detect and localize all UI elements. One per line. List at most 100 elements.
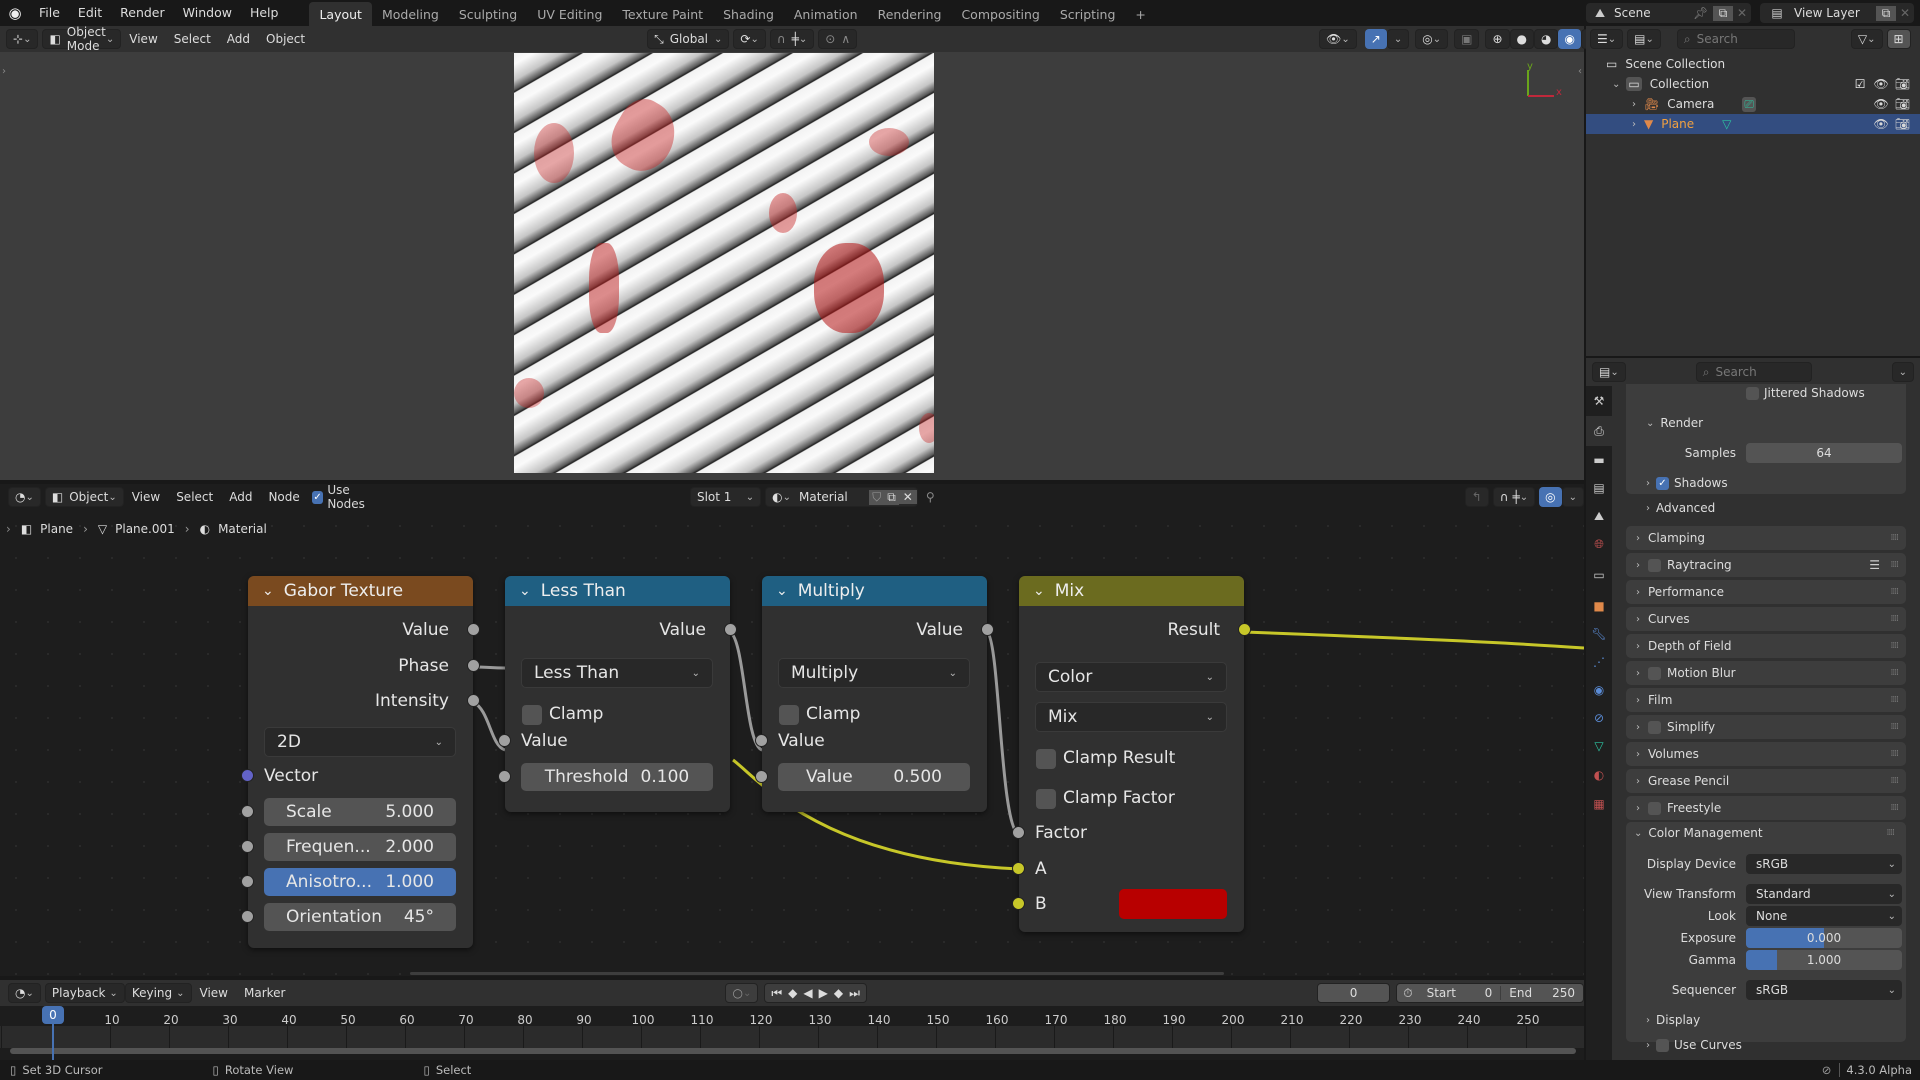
socket-value-output[interactable] [724, 623, 737, 636]
expand-chevron-icon[interactable]: › [1632, 119, 1636, 130]
drag-handle-icon[interactable]: ⁞⁞⁞⁞ [1891, 776, 1900, 786]
expand-chevron-icon[interactable]: › [1632, 99, 1636, 110]
panel-freestyle[interactable]: › Freestyle ⁞⁞⁞⁞ [1626, 796, 1906, 820]
mesh-data-icon[interactable]: ▽ [1722, 117, 1731, 131]
timeline-editor-type[interactable]: ◔ ⌄ [8, 983, 41, 1003]
display-device-dropdown[interactable]: sRGB ⌄ [1746, 854, 1902, 874]
jittered-shadows-checkbox[interactable]: Jittered Shadows [1746, 386, 1865, 400]
texture-tab-icon[interactable]: ▦ [1586, 790, 1612, 818]
gamma-slider[interactable]: 1.000 [1746, 950, 1902, 970]
drag-handle-icon[interactable]: ⁞⁞⁞⁞ [1891, 803, 1900, 813]
value-field[interactable]: Value 0.500 [778, 763, 970, 791]
timeline-scrollbar[interactable] [10, 1048, 1576, 1054]
outliner-editor-type[interactable]: ☰ ⌄ [1590, 29, 1624, 49]
view-layer-name[interactable]: View Layer [1794, 6, 1876, 20]
exposure-slider[interactable]: 0.000 [1746, 928, 1902, 948]
collapse-chevron-icon[interactable]: ⌄ [776, 583, 788, 599]
outliner-collection[interactable]: ⌄ ▭ Collection ☑ 👁︎ 📷︎ [1586, 74, 1920, 94]
data-tab-icon[interactable]: ▽ [1586, 732, 1612, 760]
panel-checkbox[interactable] [1648, 720, 1661, 734]
drag-handle-icon[interactable]: ⁞⁞⁞⁞ [1891, 695, 1900, 705]
outliner-scene-collection[interactable]: ▭ Scene Collection [1586, 54, 1920, 74]
playback-dropdown[interactable]: Playback ⌄ [44, 983, 125, 1003]
jump-start-icon[interactable]: ⏮ [771, 986, 782, 1001]
collapse-chevron-icon[interactable]: ⌄ [1033, 583, 1045, 599]
view-layer-tab-icon[interactable]: ▤ [1586, 474, 1612, 502]
socket-value-input[interactable] [498, 734, 511, 747]
next-keyframe-icon[interactable]: ◆ [834, 986, 843, 1000]
output-tab-icon[interactable]: ▬ [1586, 446, 1612, 474]
physics-tab-icon[interactable]: ◉ [1586, 676, 1612, 704]
socket-a-input[interactable] [1012, 862, 1025, 875]
eye-icon[interactable]: 👁︎ [1874, 117, 1889, 131]
timeline-menu-marker[interactable]: Marker [236, 986, 293, 1000]
panel-performance[interactable]: › Performance ⁞⁞⁞⁞ [1626, 580, 1906, 604]
node-editor-scrollbar[interactable] [410, 972, 1224, 975]
playhead-line[interactable] [52, 1024, 54, 1060]
operation-dropdown[interactable]: Multiply ⌄ [778, 658, 970, 688]
camera-render-icon[interactable]: 📷︎ [1895, 77, 1910, 91]
color-b-swatch[interactable] [1119, 889, 1227, 919]
node-header[interactable]: ⌄ Multiply [762, 576, 987, 606]
play-reverse-icon[interactable]: ◀ [803, 986, 812, 1000]
properties-search-input[interactable]: ⌕ Search [1695, 362, 1812, 382]
delete-scene-icon[interactable]: ✕ [1733, 6, 1751, 20]
scene-selector[interactable]: ⛰ Scene 📌︎ ⧉ ✕ [1586, 3, 1751, 23]
panel-clamping[interactable]: › Clamping ⁞⁞⁞⁞ [1626, 526, 1906, 550]
render-tab-icon[interactable]: ⎙ [1586, 416, 1612, 446]
prev-keyframe-icon[interactable]: ◆ [788, 986, 797, 1000]
socket-value-output[interactable] [981, 623, 994, 636]
drag-handle-icon[interactable]: ⁞⁞⁞⁞ [1891, 668, 1900, 678]
display-mode-dropdown[interactable]: ▤ ⌄ [1627, 29, 1661, 49]
filter-dropdown[interactable]: ▽ ⌄ [1850, 29, 1883, 49]
use-curves-subpanel[interactable]: › Use Curves [1646, 1038, 1742, 1052]
collection-tab-icon[interactable]: ▭ [1586, 558, 1612, 592]
start-frame-field[interactable]: Start 0 [1419, 986, 1501, 1000]
shadows-checkbox[interactable]: ✓ [1656, 476, 1669, 490]
node-gabor-texture[interactable]: ⌄ Gabor Texture Value Phase Intensity 2D ⌄… [241, 576, 480, 948]
clamp-checkbox[interactable] [522, 705, 542, 725]
new-view-layer-icon[interactable]: ⧉ [1876, 5, 1896, 21]
anisotropy-field[interactable]: Anisotro... 1.000 [264, 868, 456, 896]
color-management-header[interactable]: ⌄ Color Management ⁞⁞⁞⁞ [1634, 826, 1902, 840]
play-icon[interactable]: ▶ [819, 986, 828, 1000]
camera-data-icon[interactable]: ⎚ [1742, 96, 1756, 112]
socket-value2-input[interactable] [755, 770, 768, 783]
node-less-than[interactable]: ⌄ Less Than Value Less Than ⌄ Clamp Value … [498, 576, 737, 812]
socket-result-output[interactable] [1238, 623, 1251, 636]
drag-handle-icon[interactable]: ⁞⁞⁞⁞ [1891, 533, 1900, 543]
new-scene-icon[interactable]: ⧉ [1713, 5, 1733, 21]
properties-editor-type[interactable]: ▤ ⌄ [1592, 362, 1626, 382]
panel-checkbox[interactable] [1648, 801, 1661, 815]
advanced-subpanel[interactable]: › Advanced [1646, 501, 1715, 515]
outliner-search-input[interactable]: ⌕ Search [1676, 29, 1795, 49]
timeline-keyframe-track[interactable] [0, 1026, 1584, 1048]
tool-tab-icon[interactable]: ⚒ [1586, 386, 1612, 416]
panel-checkbox[interactable] [1648, 558, 1661, 572]
drag-handle-icon[interactable]: ⁞⁞⁞⁞ [1891, 722, 1900, 732]
view-transform-dropdown[interactable]: Standard ⌄ [1746, 884, 1902, 904]
socket-scale-input[interactable] [241, 805, 254, 818]
operation-dropdown[interactable]: Less Than ⌄ [521, 658, 713, 688]
pin-icon[interactable]: 📌︎ [1693, 6, 1713, 20]
sequencer-dropdown[interactable]: sRGB ⌄ [1746, 980, 1902, 1000]
drag-handle-icon[interactable]: ⁞⁞⁞⁞ [1891, 614, 1900, 624]
render-subpanel-header[interactable]: ⌄ Render [1636, 410, 1906, 436]
keying-dropdown[interactable]: Keying ⌄ [124, 983, 192, 1003]
scene-name[interactable]: Scene [1614, 6, 1693, 20]
world-tab-icon[interactable]: 🌐︎ [1586, 530, 1612, 558]
end-frame-field[interactable]: End 250 [1500, 986, 1583, 1000]
checkbox-box[interactable] [1746, 386, 1759, 400]
socket-threshold-input[interactable] [498, 770, 511, 783]
drag-handle-icon[interactable]: ⁞⁞⁞⁞ [1891, 560, 1900, 570]
dimensions-dropdown[interactable]: 2D ⌄ [264, 727, 456, 757]
particles-tab-icon[interactable]: ⋰ [1586, 648, 1612, 676]
exclude-checkbox[interactable]: ☑ [1855, 77, 1866, 91]
blend-mode-dropdown[interactable]: Mix ⌄ [1035, 702, 1227, 732]
expand-chevron-icon[interactable]: ⌄ [1612, 79, 1620, 90]
stopwatch-icon[interactable]: ⏱ [1397, 986, 1418, 1001]
orientation-field[interactable]: Orientation 45° [264, 903, 456, 931]
panel-motion-blur[interactable]: › Motion Blur ⁞⁞⁞⁞ [1626, 661, 1906, 685]
panel-depth-of-field[interactable]: › Depth of Field ⁞⁞⁞⁞ [1626, 634, 1906, 658]
constraints-tab-icon[interactable]: ⊘ [1586, 704, 1612, 732]
